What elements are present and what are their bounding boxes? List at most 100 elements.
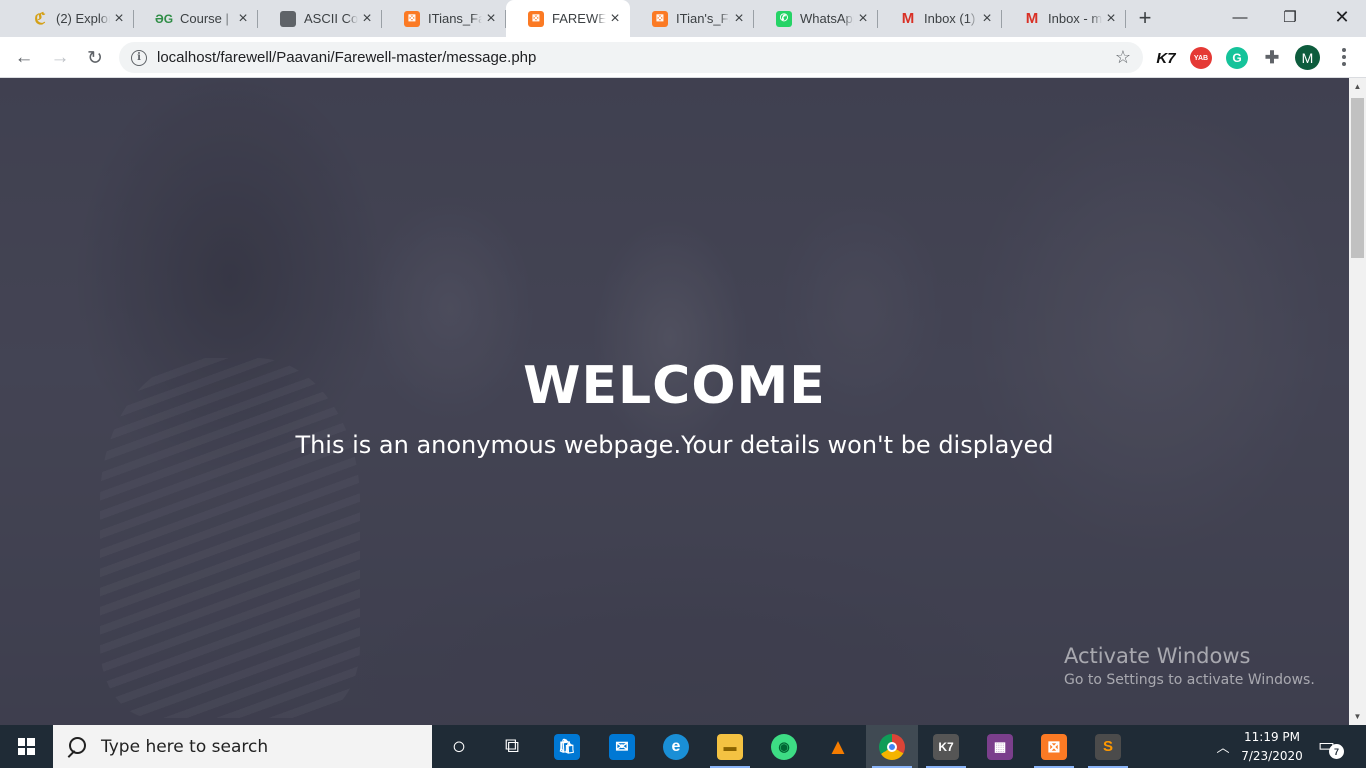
reload-button[interactable]: ↻ — [81, 44, 109, 72]
android-studio-button[interactable]: ◉ — [758, 725, 810, 768]
grammarly-extension-icon[interactable]: G — [1226, 47, 1248, 69]
avatar[interactable]: M — [1295, 45, 1320, 70]
tab-title: (2) Explore — [56, 11, 110, 26]
url-text[interactable]: localhost/farewell/Paavani/Farewell-mast… — [157, 49, 1113, 66]
search-icon — [65, 736, 87, 758]
tab-course[interactable]: ƏG Course | × — [134, 0, 258, 37]
chevron-up-icon[interactable]: ︿ — [1212, 725, 1234, 768]
close-window-button[interactable]: ✕ — [1318, 0, 1366, 34]
tab-ascii[interactable]: ASCII Co × — [258, 0, 382, 37]
vlc-button[interactable]: ▲ — [812, 725, 864, 768]
extensions-puzzle-icon[interactable]: ✚ — [1261, 47, 1283, 69]
browser-toolbar: ← → ↻ i localhost/farewell/Paavani/Farew… — [0, 37, 1366, 78]
sublime-button[interactable]: S — [1082, 725, 1134, 768]
hero-section: WELCOME This is an anonymous webpage.You… — [0, 78, 1349, 725]
tab-title: Course | — [180, 11, 229, 26]
windows-logo-icon — [17, 738, 35, 755]
clock-time: 11:19 PM — [1244, 730, 1300, 744]
notification-center-button[interactable]: ▭ 7 — [1318, 735, 1344, 759]
search-placeholder[interactable]: Type here to search — [101, 737, 268, 757]
xampp-icon: ⊠ — [1041, 733, 1067, 760]
close-icon[interactable]: × — [234, 10, 252, 28]
start-button[interactable] — [0, 725, 52, 768]
k7-icon: K7 — [933, 733, 959, 760]
address-bar[interactable]: i localhost/farewell/Paavani/Farewell-ma… — [119, 42, 1143, 73]
sublime-icon: S — [1095, 733, 1121, 760]
cortana-icon: ○ — [451, 732, 467, 760]
xampp-icon: ⊠ — [404, 10, 420, 27]
tab-title: FAREWELL — [552, 11, 606, 26]
system-clock[interactable]: 11:19 PM 7/23/2020 — [1232, 728, 1312, 766]
forward-button[interactable]: → — [46, 44, 74, 72]
clock-date: 7/23/2020 — [1241, 749, 1303, 763]
winrar-icon: ▦ — [987, 733, 1013, 760]
tab-farewell[interactable]: ⊠ FAREWELL × — [506, 0, 630, 37]
restore-button[interactable]: ❐ — [1266, 0, 1314, 34]
chrome-button[interactable] — [866, 725, 918, 768]
tab-title: Inbox - m — [1048, 11, 1102, 26]
page-subtitle: This is an anonymous webpage.Your detail… — [295, 431, 1054, 459]
k7-button[interactable]: K7 — [920, 725, 972, 768]
close-icon[interactable]: × — [482, 10, 500, 28]
store-icon: 🛍 — [554, 733, 580, 760]
close-icon[interactable]: × — [606, 10, 624, 28]
xampp-icon: ⊠ — [652, 10, 668, 27]
file-explorer-button[interactable]: ▬ — [704, 725, 756, 768]
whatsapp-icon: ✆ — [776, 10, 792, 27]
tab-title: ASCII Co — [304, 11, 358, 26]
close-icon[interactable]: × — [358, 10, 376, 28]
tab-inbox-1[interactable]: M Inbox (1) × — [878, 0, 1002, 37]
file-explorer-icon: ▬ — [717, 733, 743, 760]
cortana-button[interactable]: ○ — [433, 725, 485, 768]
k7-extension-icon[interactable]: K7 — [1155, 47, 1177, 69]
info-icon[interactable]: i — [131, 49, 147, 66]
yab-extension-icon[interactable]: YAB — [1190, 47, 1212, 69]
vlc-icon: ▲ — [827, 733, 849, 759]
task-view-icon: ⧉ — [504, 735, 520, 757]
activate-windows-watermark: Activate Windows Go to Settings to activ… — [1064, 644, 1315, 688]
vertical-scrollbar[interactable]: ▲ ▼ — [1349, 78, 1366, 725]
close-icon[interactable]: × — [110, 10, 128, 28]
tab-inbox-2[interactable]: M Inbox - m × — [1002, 0, 1126, 37]
close-icon[interactable]: × — [854, 10, 872, 28]
tab-itians-fa[interactable]: ⊠ ITians_Fa × — [382, 0, 506, 37]
mail-button[interactable]: ✉ — [596, 725, 648, 768]
tab-title: ITians_Fa — [428, 11, 482, 26]
store-button[interactable]: 🛍 — [541, 725, 593, 768]
minimize-button[interactable]: — — [1216, 0, 1264, 34]
mail-icon: ✉ — [609, 733, 635, 760]
back-button[interactable]: ← — [10, 44, 38, 72]
bookmark-star-icon[interactable]: ☆ — [1113, 47, 1133, 68]
notification-count-badge: 7 — [1329, 744, 1344, 759]
new-tab-button[interactable]: + — [1134, 5, 1156, 30]
xampp-icon: ⊠ — [528, 10, 544, 27]
winrar-button[interactable]: ▦ — [974, 725, 1026, 768]
android-studio-icon: ◉ — [771, 733, 797, 760]
close-icon[interactable]: × — [978, 10, 996, 28]
taskbar-search-box[interactable]: Type here to search — [53, 725, 432, 768]
xampp-button[interactable]: ⊠ — [1028, 725, 1080, 768]
scroll-down-arrow-icon[interactable]: ▼ — [1349, 708, 1366, 725]
globe-icon — [280, 10, 296, 27]
close-icon[interactable]: × — [730, 10, 748, 28]
chrome-icon — [879, 733, 905, 760]
tab-explore[interactable]: ℭ (2) Explore × — [10, 0, 134, 37]
scroll-up-arrow-icon[interactable]: ▲ — [1349, 78, 1366, 95]
scroll-thumb[interactable] — [1351, 98, 1364, 258]
tab-title: WhatsApp — [800, 11, 854, 26]
tab-itians-fa-2[interactable]: ⊠ ITian's_Fa × — [630, 0, 754, 37]
task-view-button[interactable]: ⧉ — [486, 725, 538, 768]
tab-title: Inbox (1) — [924, 11, 976, 26]
activate-subtitle: Go to Settings to activate Windows. — [1064, 672, 1315, 688]
page-viewport: WELCOME This is an anonymous webpage.You… — [0, 78, 1349, 725]
cc-icon: ℭ — [34, 10, 46, 28]
taskbar: Type here to search ○ ⧉ 🛍 ✉ e ▬ ◉ ▲ K7 ▦… — [0, 725, 1366, 768]
tab-title: ITian's_Fa — [676, 11, 730, 26]
menu-dots-icon[interactable] — [1334, 46, 1354, 68]
gmail-icon: M — [901, 10, 915, 27]
activate-title: Activate Windows — [1064, 644, 1251, 668]
page-title: WELCOME — [523, 356, 826, 416]
tab-whatsapp[interactable]: ✆ WhatsApp × — [754, 0, 878, 37]
edge-button[interactable]: e — [650, 725, 702, 768]
close-icon[interactable]: × — [1102, 10, 1120, 28]
